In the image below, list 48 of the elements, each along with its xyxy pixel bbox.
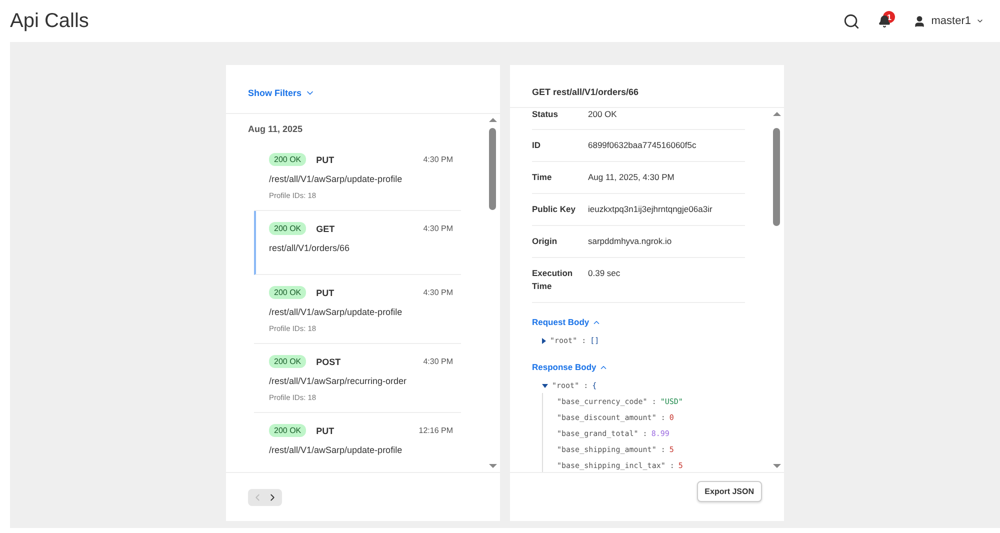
export-json-button[interactable]: Export JSON <box>696 480 762 502</box>
field-value: 6899f0632baa774516060f5c <box>588 139 696 152</box>
call-time: 4:30 PM <box>423 288 453 297</box>
section-toggle[interactable]: Response Body <box>532 362 608 372</box>
field-value: 200 OK <box>588 108 617 121</box>
section-toggle[interactable]: Request Body <box>532 317 602 327</box>
api-call-item[interactable]: 200 OK PUT 12:16 PM /rest/all/V1/awSarp/update-profile <box>254 413 461 472</box>
call-time: 12:16 PM <box>418 426 453 435</box>
user-icon <box>913 14 926 28</box>
search-icon[interactable] <box>843 12 860 30</box>
date-heading: Aug 11, 2025 <box>248 124 304 134</box>
call-path: /rest/all/V1/awSarp/update-profile <box>269 307 404 317</box>
method-label: GET <box>316 224 336 234</box>
method-label: POST <box>316 356 342 366</box>
field-label: Time <box>532 171 553 184</box>
status-badge: 200 OK <box>269 222 306 235</box>
field-value: sarpddmhyva.ngrok.io <box>588 235 672 248</box>
field-label: Origin <box>532 235 558 248</box>
caret-icon <box>976 17 984 25</box>
call-time: 4:30 PM <box>423 155 453 164</box>
field-label: ID <box>532 139 542 152</box>
method-label: PUT <box>316 154 336 164</box>
call-path: /rest/all/V1/awSarp/recurring-order <box>269 376 408 386</box>
bell-icon[interactable] <box>878 14 892 28</box>
status-badge: 200 OK <box>269 355 306 368</box>
details-title: GET rest/all/V1/orders/66 <box>531 86 640 99</box>
call-path: /rest/all/V1/awSarp/update-profile <box>269 174 404 184</box>
field-label: Execution Time <box>532 267 574 293</box>
status-badge: 200 OK <box>269 424 306 437</box>
user-menu[interactable]: master1 <box>913 14 984 28</box>
status-badge: 200 OK <box>269 286 306 299</box>
status-badge: 200 OK <box>269 153 306 166</box>
api-call-item[interactable]: 200 OK GET 4:30 PM rest/all/V1/orders/66 <box>254 211 461 275</box>
call-path: /rest/all/V1/awSarp/update-profile <box>269 445 404 455</box>
show-filters-toggle[interactable]: Show Filters <box>248 87 500 99</box>
field-label: Status <box>532 108 559 121</box>
field-value: 0.39 sec <box>588 267 620 280</box>
field-value: ieuzkxtpq3n1ij3ejhrntqngje06a3ir <box>588 203 712 216</box>
expanded-triangle-icon[interactable] <box>542 384 548 388</box>
call-time: 4:30 PM <box>423 357 453 366</box>
collapsed-triangle-icon[interactable] <box>542 338 546 344</box>
page-title: Api Calls <box>10 10 90 32</box>
field-value: Aug 11, 2025, 4:30 PM <box>588 171 674 184</box>
call-path: rest/all/V1/orders/66 <box>269 243 351 253</box>
method-label: PUT <box>316 426 336 436</box>
field-label: Public Key <box>532 203 576 216</box>
call-time: 4:30 PM <box>423 224 453 233</box>
method-label: PUT <box>316 288 336 298</box>
